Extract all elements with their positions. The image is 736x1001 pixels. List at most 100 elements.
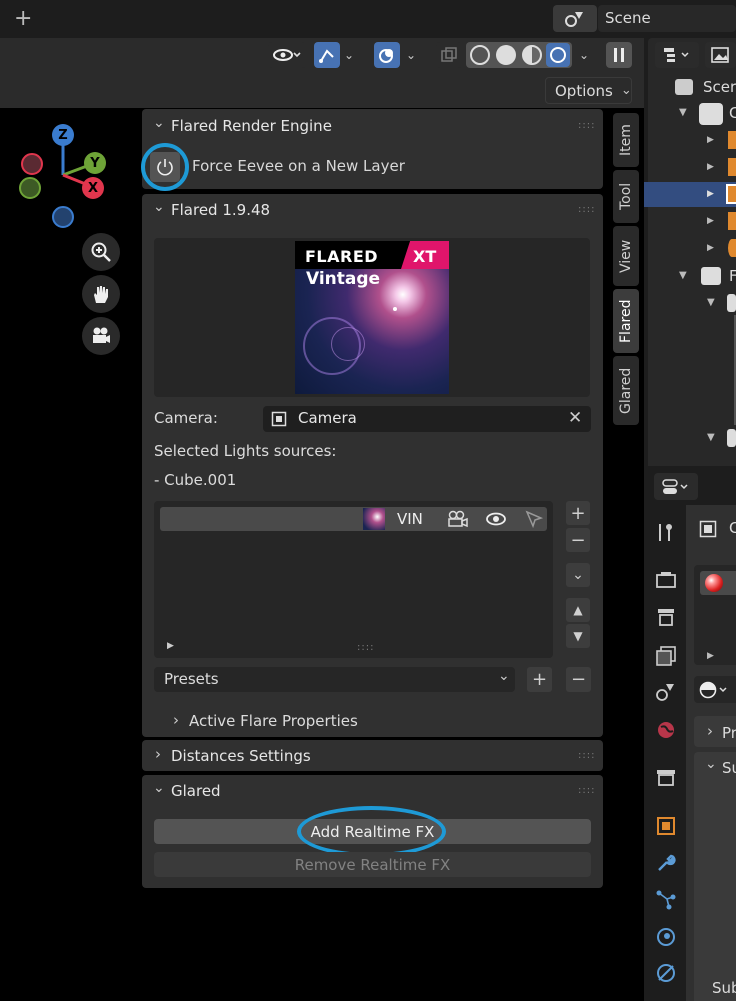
chevron-right-icon[interactable]: › [173, 711, 179, 729]
zoom-view-button[interactable] [82, 233, 120, 271]
chevron-down-icon[interactable]: ⌄ [705, 756, 717, 772]
object-properties-icon[interactable] [655, 815, 677, 841]
presets-dropdown[interactable]: Presets ⌄ [154, 667, 515, 692]
overlays-toggle-button[interactable] [374, 42, 400, 68]
outliner-filter-button[interactable] [705, 42, 736, 68]
modifier-properties-icon[interactable] [655, 852, 677, 878]
chevron-down-icon[interactable]: ⌄ [153, 115, 165, 131]
drag-grip-icon[interactable]: :::: [578, 785, 595, 796]
tab-item[interactable]: Item [613, 113, 639, 167]
remove-realtime-fx-button[interactable]: Remove Realtime FX [154, 852, 591, 877]
glared-panel-title[interactable]: Glared [171, 782, 221, 800]
camera-field[interactable]: Camera ✕ [263, 406, 591, 432]
chevron-right-icon[interactable]: › [155, 745, 161, 763]
outliner-selected-row[interactable] [644, 182, 736, 207]
tab-flared[interactable]: Flared [613, 289, 639, 353]
overlays-dropdown-icon[interactable]: ⌄ [406, 48, 416, 62]
properties-editor-type-button[interactable] [654, 473, 698, 500]
constraints-properties-icon[interactable] [655, 962, 677, 988]
expand-arrow-icon[interactable]: ▼ [707, 297, 715, 308]
list-resize-grip-icon[interactable]: :::: [357, 642, 374, 653]
camera-visibility-icon[interactable] [447, 509, 469, 533]
outliner-scene-row[interactable]: Scer [675, 76, 736, 98]
add-workspace-button[interactable]: + [14, 6, 32, 31]
pan-view-button[interactable] [82, 275, 120, 313]
eye-icon[interactable] [485, 511, 507, 531]
camera-icon [93, 327, 110, 343]
expand-arrow-icon[interactable]: ▶ [707, 243, 714, 253]
expand-arrow-icon[interactable]: ▶ [707, 135, 714, 145]
axis-neg-x-icon[interactable] [21, 153, 43, 175]
selectable-arrow-icon[interactable] [524, 509, 544, 533]
flared-panel-title[interactable]: Flared 1.9.48 [171, 201, 270, 219]
drag-grip-icon[interactable]: :::: [578, 120, 595, 131]
list-remove-button[interactable]: − [566, 528, 590, 552]
pause-render-button[interactable] [606, 42, 632, 68]
camera-view-button[interactable] [82, 317, 120, 355]
axis-neg-y-icon[interactable] [19, 177, 41, 199]
tool-properties-icon[interactable] [655, 521, 677, 547]
selected-lights-label: Selected Lights sources: [154, 442, 337, 460]
preset-add-button[interactable]: + [527, 667, 552, 692]
list-move-up-button[interactable]: ▲ [566, 598, 590, 622]
expand-arrow-icon[interactable]: ▶ [707, 216, 714, 226]
collection-properties-icon[interactable] [655, 766, 677, 792]
chevron-down-icon[interactable]: ⌄ [153, 199, 165, 215]
expand-arrow-icon[interactable]: ▼ [707, 432, 715, 443]
expand-arrow-icon[interactable]: ▶ [707, 162, 714, 172]
active-flare-properties-header[interactable]: Active Flare Properties [189, 712, 358, 730]
expand-arrow-icon[interactable]: ▶ [707, 651, 714, 661]
axis-z-icon[interactable]: Z [52, 124, 74, 146]
render-properties-icon[interactable] [655, 569, 677, 595]
clear-icon[interactable]: ✕ [568, 408, 582, 428]
preset-remove-button[interactable]: − [566, 667, 591, 692]
material-shading-icon[interactable] [522, 45, 542, 65]
visibility-dropdown[interactable] [268, 42, 306, 68]
tab-tool[interactable]: Tool [613, 170, 639, 223]
render-engine-title[interactable]: Flared Render Engine [171, 117, 332, 135]
world-properties-icon[interactable] [655, 719, 677, 745]
scene-name-field[interactable]: Scene [598, 5, 736, 32]
distances-panel-title[interactable]: Distances Settings [171, 747, 311, 765]
chevron-down-icon[interactable]: ⌄ [153, 780, 165, 796]
axis-y-icon[interactable]: Y [84, 152, 106, 174]
scene-name-text: Scene [605, 9, 651, 27]
output-properties-icon[interactable] [655, 606, 677, 632]
properties-cropped-c: C [729, 519, 736, 537]
physics-properties-icon[interactable] [655, 926, 677, 952]
list-add-button[interactable]: + [566, 501, 590, 525]
scene-selector-icon[interactable] [553, 5, 597, 32]
force-eevee-toggle[interactable] [150, 152, 180, 182]
solid-shading-icon[interactable] [496, 45, 516, 65]
chevron-right-icon[interactable]: › [707, 722, 713, 740]
wireframe-shading-icon[interactable] [470, 45, 490, 65]
expand-arrow-icon[interactable]: ▶ [167, 641, 174, 651]
particles-properties-icon[interactable] [655, 889, 677, 915]
flare-item-label[interactable]: VIN [397, 510, 423, 528]
view-layer-properties-icon[interactable] [655, 645, 677, 671]
outliner-display-mode-button[interactable] [655, 42, 699, 68]
drag-grip-icon[interactable]: :::: [578, 750, 595, 761]
options-dropdown[interactable]: Options ⌄ [545, 77, 632, 104]
gizmo-dropdown-icon[interactable]: ⌄ [344, 48, 354, 62]
gizmo-toggle-button[interactable] [314, 42, 340, 68]
remove-realtime-fx-label: Remove Realtime FX [294, 855, 451, 874]
thumbnail-subtitle: Vintage [306, 269, 381, 289]
material-browse-button[interactable] [694, 676, 736, 703]
flare-thumbnail[interactable]: FLARED XT Vintage [295, 241, 449, 394]
expand-arrow-icon[interactable]: ▶ [707, 189, 714, 199]
properties-subpanel-2[interactable] [694, 752, 736, 1001]
tab-view[interactable]: View [613, 226, 639, 286]
scene-properties-icon[interactable] [655, 681, 677, 707]
tab-glared[interactable]: Glared [613, 356, 639, 425]
expand-arrow-icon[interactable]: ▼ [679, 270, 687, 281]
axis-neg-z-icon[interactable] [52, 206, 74, 228]
axis-x-icon[interactable]: X [82, 177, 104, 199]
list-move-down-button[interactable]: ▼ [566, 624, 590, 648]
shading-dropdown-icon[interactable]: ⌄ [579, 48, 589, 62]
xray-toggle-button[interactable] [436, 42, 462, 68]
scene-collection-icon [675, 79, 693, 95]
expand-arrow-icon[interactable]: ▼ [679, 107, 687, 118]
list-menu-button[interactable]: ⌄ [566, 563, 590, 587]
drag-grip-icon[interactable]: :::: [578, 204, 595, 215]
